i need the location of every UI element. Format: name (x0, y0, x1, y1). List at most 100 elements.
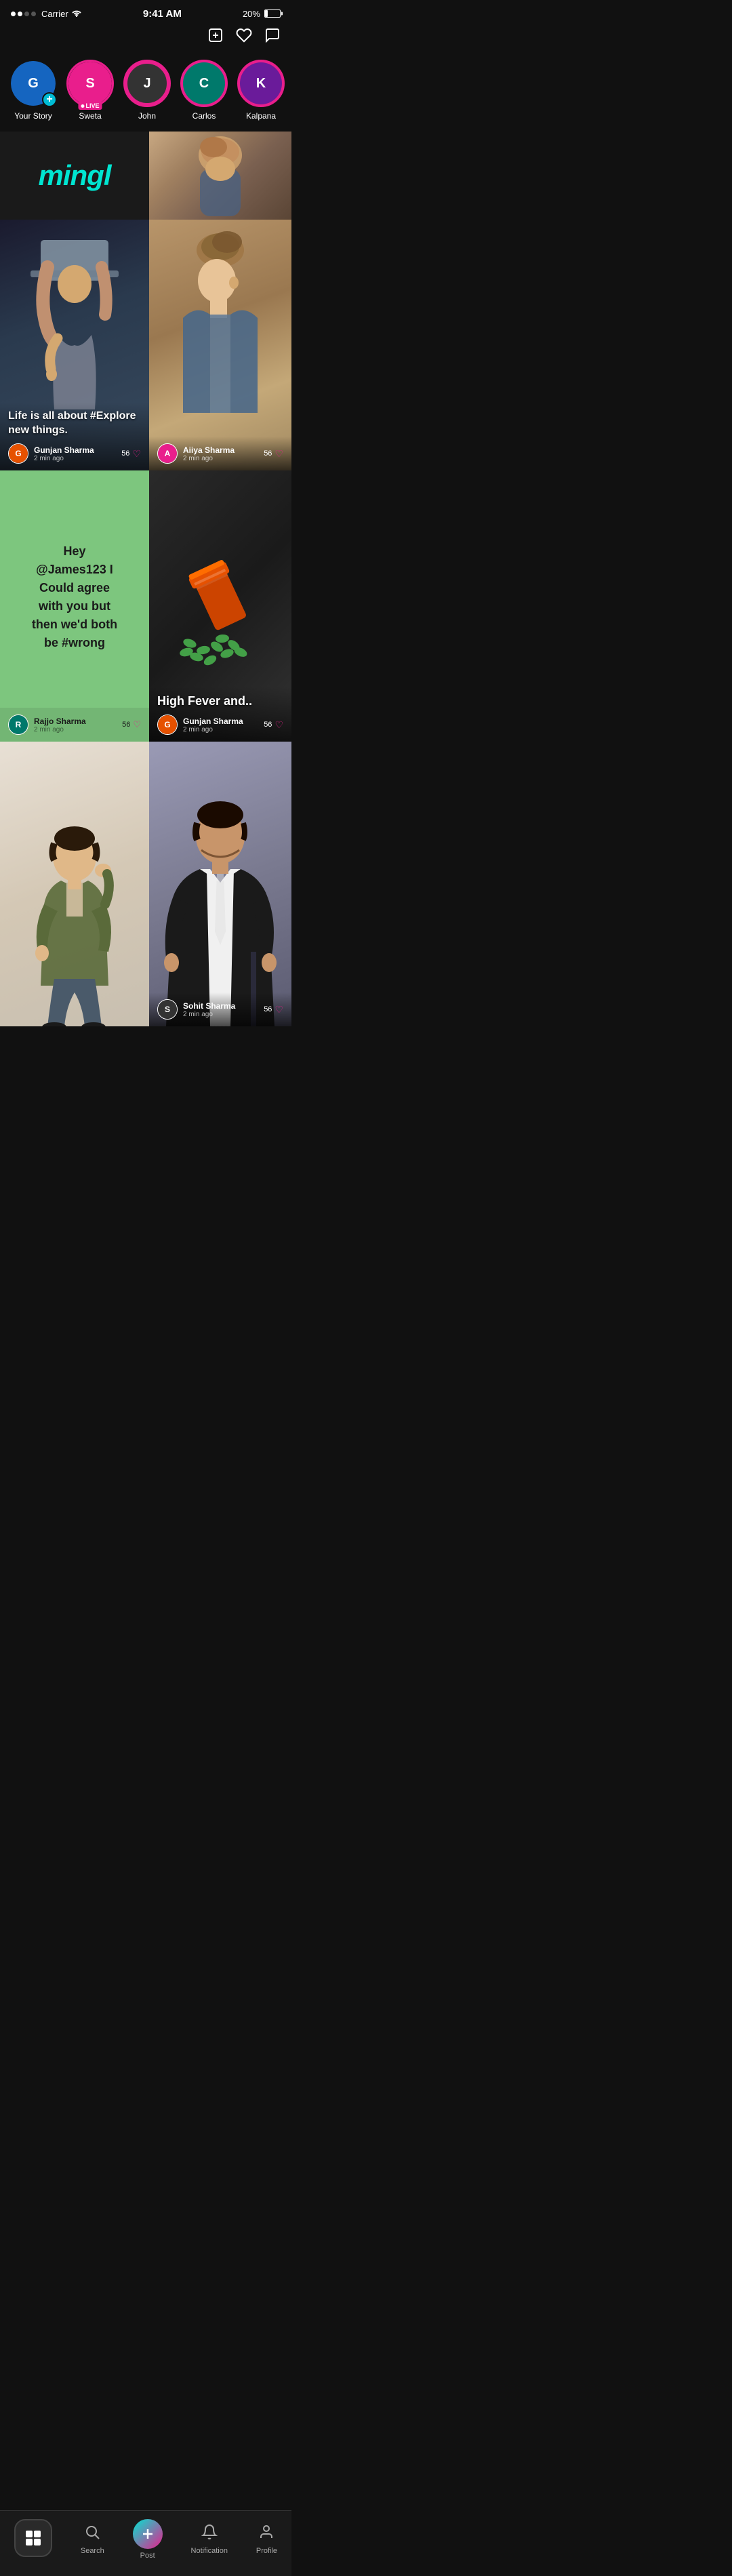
post3-likes-count: 56 (122, 721, 130, 729)
bell-icon (201, 2524, 218, 2544)
woman-hat-svg (20, 226, 129, 416)
grid-icon (26, 2531, 41, 2545)
post1-time: 2 min ago (34, 455, 94, 462)
post1-likes-count: 56 (121, 449, 129, 458)
nav-home-btn[interactable] (14, 2519, 52, 2557)
post2-author-name: Aiiya Sharma (183, 445, 235, 455)
post4-heart-icon: ♡ (274, 719, 283, 731)
nav-item-search[interactable]: Search (70, 2521, 115, 2558)
aiiya-image (149, 220, 291, 423)
add-story-btn[interactable]: + (42, 92, 57, 107)
post6-avatar-placeholder: S (158, 1000, 177, 1019)
story-item-kalpana[interactable]: K Kalpana (237, 60, 285, 121)
message-icon[interactable] (264, 27, 281, 47)
nav-item-home[interactable] (3, 2516, 63, 2562)
feed-row-header: mingl (0, 132, 291, 220)
nav-item-notification[interactable]: Notification (180, 2521, 239, 2558)
bottom-nav: Search Post Notification Profile (0, 2510, 291, 2576)
post4-author-info: Gunjan Sharma 2 min ago (183, 717, 243, 733)
nav-item-profile[interactable]: Profile (245, 2521, 288, 2558)
post-sohit-sharma[interactable]: S Sohit Sharma 2 min ago 56 ♡ (149, 742, 291, 1026)
search-icon (84, 2524, 100, 2544)
post4-avatar: G (157, 715, 178, 735)
john-label: John (138, 111, 156, 121)
grid-cell-1 (26, 2531, 33, 2537)
nav-notification-label: Notification (191, 2547, 228, 2555)
add-icon[interactable] (207, 27, 224, 47)
post6-heart-icon: ♡ (274, 1004, 283, 1015)
post-rajjo-sharma[interactable]: Hey @James123 I Could agree with you but… (0, 470, 149, 742)
post6-likes-count: 56 (264, 1005, 272, 1013)
status-bar: Carrier 9:41 AM 20% (0, 0, 291, 24)
status-right: 20% (243, 9, 281, 19)
john-avatar: J (123, 60, 171, 107)
post-gunjan-sharma[interactable]: Life is all about #Explore new things. G… (0, 220, 149, 470)
sitting-man-svg (14, 769, 136, 1026)
post1-author-info: Gunjan Sharma 2 min ago (34, 445, 94, 462)
post6-author-name: Sohit Sharma (183, 1001, 235, 1011)
post2-time: 2 min ago (183, 455, 235, 462)
signal-dot-3 (24, 12, 29, 16)
battery-icon (264, 9, 281, 18)
post4-likes: 56 ♡ (264, 719, 283, 731)
story-item-carlos[interactable]: C Carlos (180, 60, 228, 121)
green-post-text: Hey @James123 I Could agree with you but… (14, 526, 136, 652)
stories-row: G + Your Story S LIVE Sweta J John (0, 53, 291, 132)
woman-hat-figure (0, 226, 149, 416)
green-post-text-area: Hey @James123 I Could agree with you but… (0, 470, 149, 708)
post2-author-left: A Aiiya Sharma 2 min ago (157, 443, 235, 464)
post1-quote: Life is all about #Explore new things. (8, 409, 141, 438)
battery-percentage: 20% (243, 9, 260, 19)
post1-avatar-placeholder: G (9, 444, 28, 463)
feed-row-1: Life is all about #Explore new things. G… (0, 220, 291, 470)
kalpana-label: Kalpana (246, 111, 276, 121)
john-avatar-wrap: J (123, 60, 171, 107)
post4-likes-count: 56 (264, 721, 272, 729)
post6-time: 2 min ago (183, 1011, 235, 1018)
sweta-avatar-placeholder: S (68, 62, 112, 105)
john-avatar-placeholder: J (126, 62, 168, 104)
nav-post-btn[interactable] (133, 2519, 163, 2549)
kalpana-avatar-placeholder: K (240, 62, 282, 104)
post-sitting-man[interactable] (0, 742, 149, 1026)
signal-dot-4 (31, 12, 36, 16)
post1-heart-icon: ♡ (132, 448, 141, 460)
post1-avatar: G (8, 443, 28, 464)
signal-dots (11, 12, 36, 16)
status-left: Carrier (11, 8, 82, 19)
live-badge: LIVE (78, 102, 102, 110)
kalpana-avatar: K (237, 60, 285, 107)
post3-avatar: R (8, 715, 28, 735)
nav-search-label: Search (81, 2547, 104, 2555)
post6-author-info: Sohit Sharma 2 min ago (183, 1001, 235, 1018)
post4-author-name: Gunjan Sharma (183, 717, 243, 726)
post4-overlay: High Fever and.. G Gunjan Sharma 2 min a… (149, 687, 291, 742)
header-image-cell (149, 132, 291, 220)
post6-avatar: S (157, 999, 178, 1020)
feed-row-3: S Sohit Sharma 2 min ago 56 ♡ (0, 742, 291, 1026)
post-high-fever[interactable]: High Fever and.. G Gunjan Sharma 2 min a… (149, 470, 291, 742)
post-aiiya-sharma[interactable]: A Aiiya Sharma 2 min ago 56 ♡ (149, 220, 291, 470)
pills-svg (159, 538, 281, 674)
post2-avatar-placeholder: A (158, 444, 177, 463)
post2-heart-icon: ♡ (274, 448, 283, 460)
nav-post-label: Post (140, 2552, 155, 2560)
sweta-avatar-wrap: S LIVE (66, 60, 114, 107)
carlos-avatar-placeholder: C (183, 62, 225, 104)
heart-icon[interactable] (236, 27, 252, 47)
nav-item-post[interactable]: Post (122, 2516, 174, 2562)
post2-overlay: A Aiiya Sharma 2 min ago 56 ♡ (149, 437, 291, 470)
live-label: LIVE (85, 102, 99, 109)
grid-cell-3 (26, 2539, 33, 2545)
story-item-sweta[interactable]: S LIVE Sweta (66, 60, 114, 121)
clock: 9:41 AM (143, 8, 182, 20)
story-item-john[interactable]: J John (123, 60, 171, 121)
story-item-your-story[interactable]: G + Your Story (9, 60, 57, 121)
feed-container: mingl (0, 132, 291, 1026)
post1-likes: 56 ♡ (121, 448, 141, 460)
sweta-label: Sweta (79, 111, 101, 121)
post3-footer: R Rajjo Sharma 2 min ago 56 ♡ (0, 708, 149, 742)
post3-likes: 56 ♡ (122, 719, 141, 730)
your-story-avatar-wrap: G + (9, 60, 57, 107)
post6-author-row: S Sohit Sharma 2 min ago 56 ♡ (157, 999, 283, 1020)
